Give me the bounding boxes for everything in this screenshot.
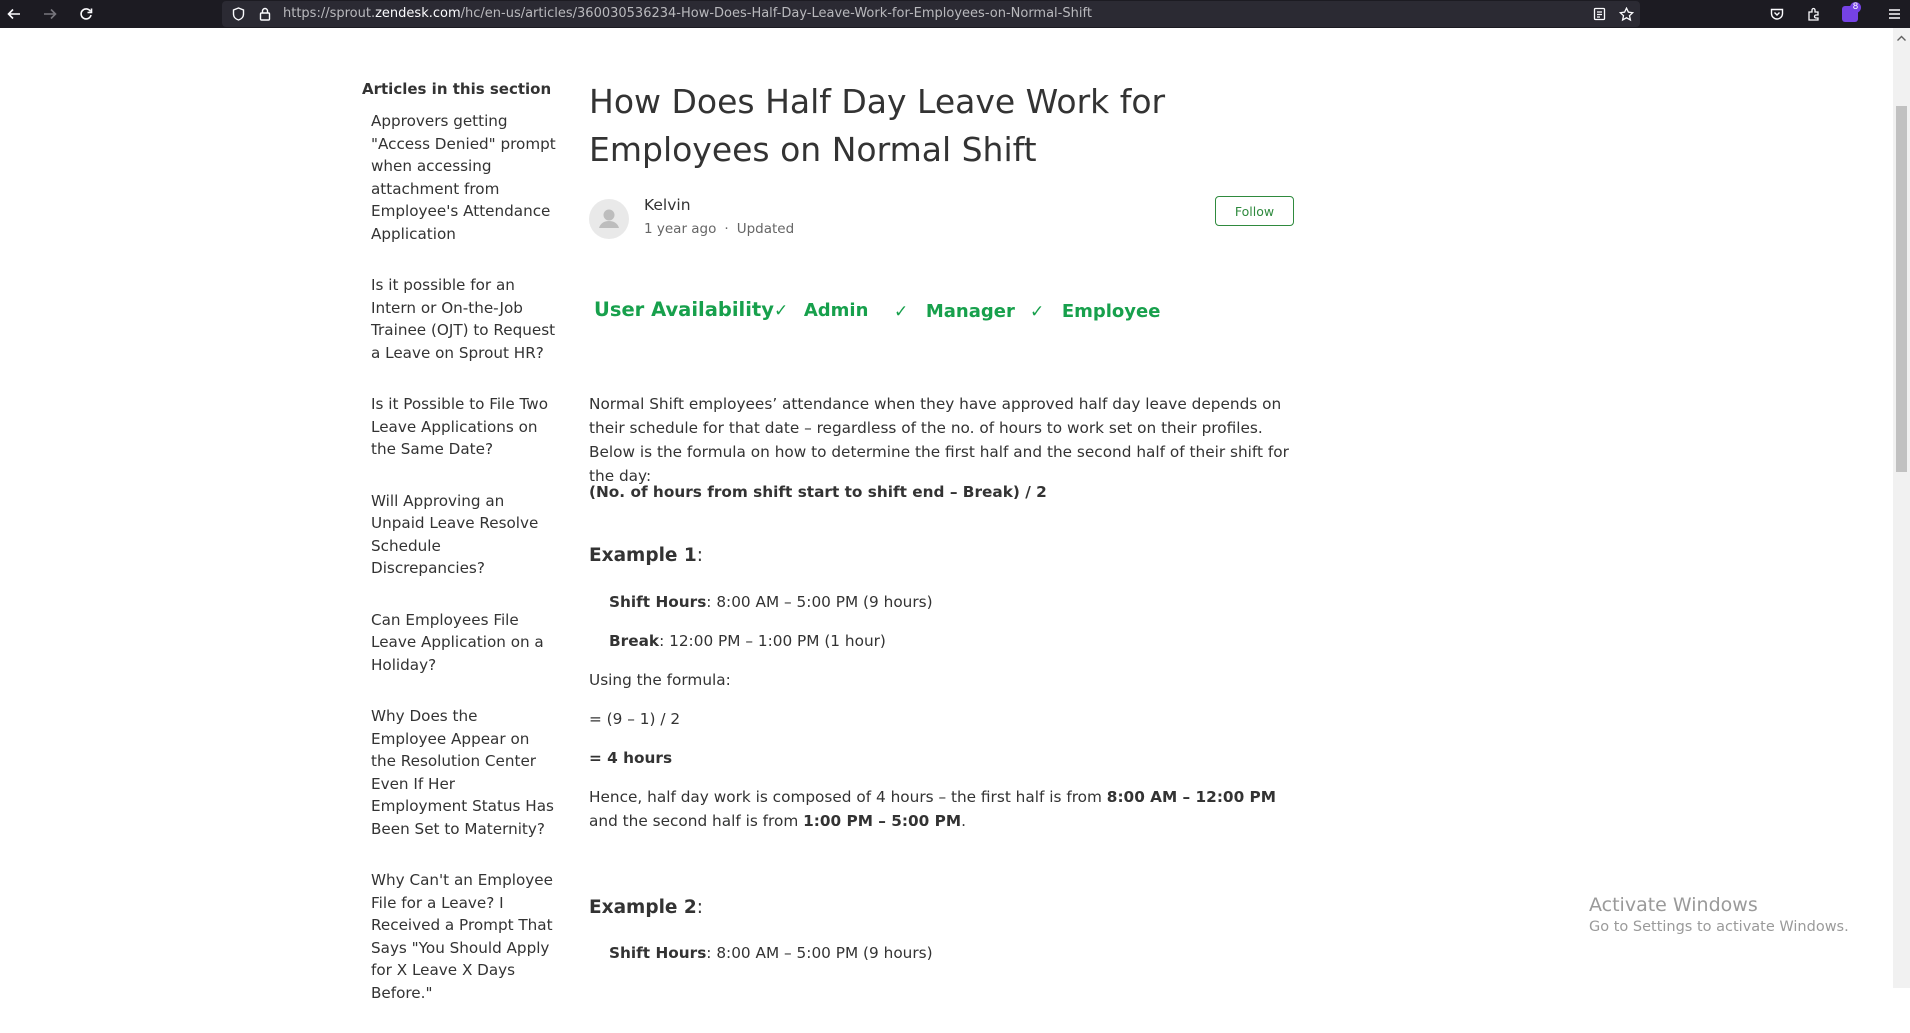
account-badge-icon[interactable]: 8 — [1836, 0, 1864, 28]
hence-part-2: and the second half is from — [589, 812, 804, 830]
formula-text: (No. of hours from shift start to shift … — [589, 480, 1299, 504]
author-avatar[interactable] — [589, 199, 629, 239]
example-2-heading-text: Example 2 — [589, 897, 697, 918]
formula-bold: (No. of hours from shift start to shift … — [589, 483, 1047, 501]
sidebar-article-link[interactable]: Why Does the Employee Appear on the Reso… — [371, 705, 556, 840]
role-admin: Admin — [803, 300, 869, 321]
extensions-badge-count: 8 — [1850, 2, 1861, 13]
url-text[interactable]: https://sprout.zendesk.com/hc/en-us/arti… — [283, 0, 1092, 28]
example-1-shift: Shift Hours: 8:00 AM – 5:00 PM (9 hours) — [609, 590, 1319, 614]
employee-availability: ✓ Employee — [1030, 301, 1160, 331]
break-value: : 12:00 PM – 1:00 PM (1 hour) — [659, 632, 886, 650]
hence-part-3: . — [961, 812, 966, 830]
posted-time: 1 year ago — [644, 221, 717, 237]
role-manager: Manager — [925, 301, 1015, 322]
sidebar-article-link[interactable]: Approvers getting "Access Denied" prompt… — [371, 110, 556, 245]
example-2-heading: Example 2: — [589, 897, 703, 918]
result-text: = 4 hours — [589, 746, 1299, 770]
example-1-heading-text: Example 1 — [589, 545, 697, 566]
lock-icon[interactable] — [251, 0, 279, 28]
scrollbar-thumb[interactable] — [1896, 106, 1907, 472]
sidebar-article-link[interactable]: Will Approving an Unpaid Leave Resolve S… — [371, 490, 556, 580]
extensions-icon[interactable] — [1800, 0, 1828, 28]
user-availability-label: User Availability — [594, 298, 774, 321]
using-formula-text: Using the formula: — [589, 671, 731, 689]
bookmark-star-icon[interactable] — [1612, 0, 1640, 28]
result-bold: = 4 hours — [589, 749, 673, 767]
example-1-heading: Example 1: — [589, 545, 703, 566]
follow-button[interactable]: Follow — [1215, 196, 1294, 226]
sidebar-article-list: Approvers getting "Access Denied" prompt… — [371, 110, 556, 1033]
heading-colon: : — [696, 897, 704, 918]
reader-view-icon[interactable] — [1585, 0, 1613, 28]
shift-hours-value: : 8:00 AM – 5:00 PM (9 hours) — [706, 593, 933, 611]
checkmark-icon: ✓ — [894, 302, 909, 322]
sidebar-article-link[interactable]: Is it Possible to File Two Leave Applica… — [371, 393, 556, 461]
user-silhouette-icon — [599, 209, 619, 228]
author-name[interactable]: Kelvin — [644, 196, 691, 214]
forward-arrow-icon[interactable] — [36, 0, 64, 28]
break-label: Break — [609, 632, 660, 650]
shift-hours-label: Shift Hours — [609, 944, 707, 962]
article-meta: 1 year ago · Updated — [644, 221, 794, 237]
meta-separator: · — [724, 221, 729, 237]
updated-label: Updated — [736, 221, 795, 237]
admin-availability: ✓ Admin — [774, 300, 868, 330]
activate-windows-subtitle: Go to Settings to activate Windows. — [1589, 919, 1849, 935]
sidebar-title: Articles in this section — [362, 80, 552, 98]
sidebar-article-link[interactable]: Can Employees File Leave Application on … — [371, 609, 556, 677]
role-employee: Employee — [1061, 301, 1161, 322]
url-path: /hc/en-us/articles/360030536234-How-Does… — [460, 6, 1092, 21]
browser-toolbar: https://sprout.zendesk.com/hc/en-us/arti… — [0, 0, 1910, 28]
shift-hours-value: : 8:00 AM – 5:00 PM (9 hours) — [706, 944, 933, 962]
sidebar-article-link[interactable]: Why Can't an Employee File for a Leave? … — [371, 869, 556, 1004]
shield-icon[interactable] — [224, 0, 252, 28]
checkmark-icon: ✓ — [774, 301, 789, 321]
hence-paragraph: Hence, half day work is composed of 4 ho… — [589, 785, 1299, 833]
back-arrow-icon[interactable] — [0, 0, 28, 28]
checkmark-icon: ✓ — [1030, 302, 1045, 322]
url-domain: zendesk.com — [375, 6, 461, 21]
shift-hours-label: Shift Hours — [609, 593, 707, 611]
menu-icon[interactable] — [1880, 0, 1908, 28]
example-2-shift: Shift Hours: 8:00 AM – 5:00 PM (9 hours) — [609, 941, 1319, 965]
activate-windows-title: Activate Windows — [1589, 894, 1758, 916]
hence-part-1: Hence, half day work is composed of 4 ho… — [589, 788, 1107, 806]
heading-colon: : — [696, 545, 704, 566]
reload-icon[interactable] — [72, 0, 100, 28]
second-half-range: 1:00 PM – 5:00 PM — [803, 812, 962, 830]
first-half-range: 8:00 AM – 12:00 PM — [1106, 788, 1276, 806]
sidebar-article-link[interactable]: Is it possible for an Intern or On-the-J… — [371, 274, 556, 364]
intro-paragraph: Normal Shift employees’ attendance when … — [589, 395, 1289, 485]
calculation-text: = (9 – 1) / 2 — [589, 710, 681, 728]
article-title: How Does Half Day Leave Work for Employe… — [589, 82, 1166, 169]
manager-availability: ✓ Manager — [894, 301, 1015, 331]
url-prefix: https://sprout. — [283, 6, 376, 21]
scroll-up-arrow-icon[interactable] — [1893, 30, 1910, 46]
pocket-icon[interactable] — [1763, 0, 1791, 28]
example-1-break: Break: 12:00 PM – 1:00 PM (1 hour) — [609, 629, 1319, 653]
